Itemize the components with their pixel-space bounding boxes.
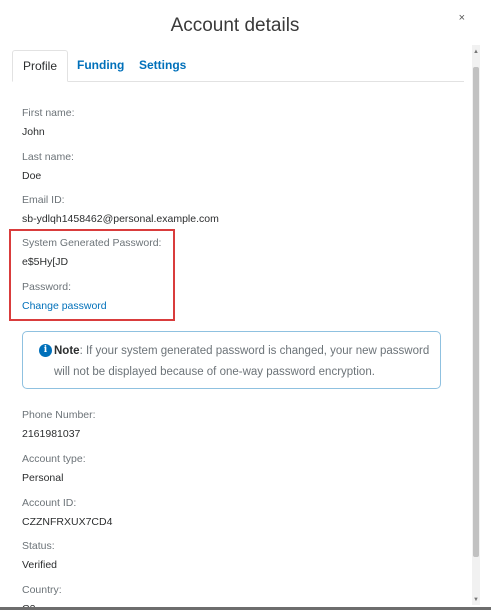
scrollbar-thumb[interactable]	[473, 67, 479, 557]
first-name-label: First name:	[22, 107, 75, 119]
note-body: : If your system generated password is c…	[54, 345, 430, 378]
system-password-label: System Generated Password:	[22, 237, 162, 249]
scrollbar[interactable]: ▲ ▼	[472, 45, 480, 605]
tab-profile[interactable]: Profile	[12, 50, 69, 82]
phone-field: Phone Number: 2161981037	[22, 409, 96, 441]
info-icon: i	[39, 344, 52, 357]
scroll-up-icon[interactable]: ▲	[472, 49, 480, 55]
status-label: Status:	[22, 540, 55, 552]
phone-value: 2161981037	[22, 428, 81, 440]
last-name-label: Last name:	[22, 151, 74, 163]
modal-title: Account details	[170, 15, 300, 36]
account-id-label: Account ID:	[22, 497, 77, 509]
phone-label: Phone Number:	[22, 409, 96, 421]
tab-funding[interactable]: Funding	[77, 50, 124, 80]
change-password-link[interactable]: Change password	[22, 300, 107, 313]
scroll-down-icon[interactable]: ▼	[472, 597, 480, 603]
account-id-value: CZZNFRXUX7CD4	[22, 516, 113, 528]
tab-settings[interactable]: Settings	[139, 50, 186, 80]
tab-bar: Profile Funding Settings	[12, 50, 464, 82]
account-details-modal: × Account details Profile Funding Settin…	[0, 0, 491, 610]
account-type-field: Account type: Personal	[22, 453, 86, 485]
password-field: Password: Change password	[22, 281, 107, 313]
last-name-field: Last name: Doe	[22, 151, 74, 183]
first-name-field: First name: John	[22, 107, 75, 139]
email-label: Email ID:	[22, 194, 65, 206]
account-type-value: Personal	[22, 472, 64, 484]
password-label: Password:	[22, 281, 72, 293]
system-password-value: e$5Hy[JD	[22, 256, 69, 268]
country-label: Country:	[22, 584, 62, 596]
note-text: Note: If your system generated password …	[54, 341, 434, 383]
status-value: Verified	[22, 559, 58, 571]
password-note: i Note: If your system generated passwor…	[22, 331, 441, 389]
email-field: Email ID: sb-ydlqh1458462@personal.examp…	[22, 194, 219, 226]
email-value: sb-ydlqh1458462@personal.example.com	[22, 213, 219, 225]
account-id-field: Account ID: CZZNFRXUX7CD4	[22, 497, 112, 529]
first-name-value: John	[22, 126, 45, 138]
last-name-value: Doe	[22, 170, 42, 182]
account-type-label: Account type:	[22, 453, 86, 465]
status-field: Status: Verified	[22, 540, 57, 572]
system-password-field: System Generated Password: e$5Hy[JD	[22, 237, 161, 269]
note-heading: Note	[54, 345, 80, 357]
